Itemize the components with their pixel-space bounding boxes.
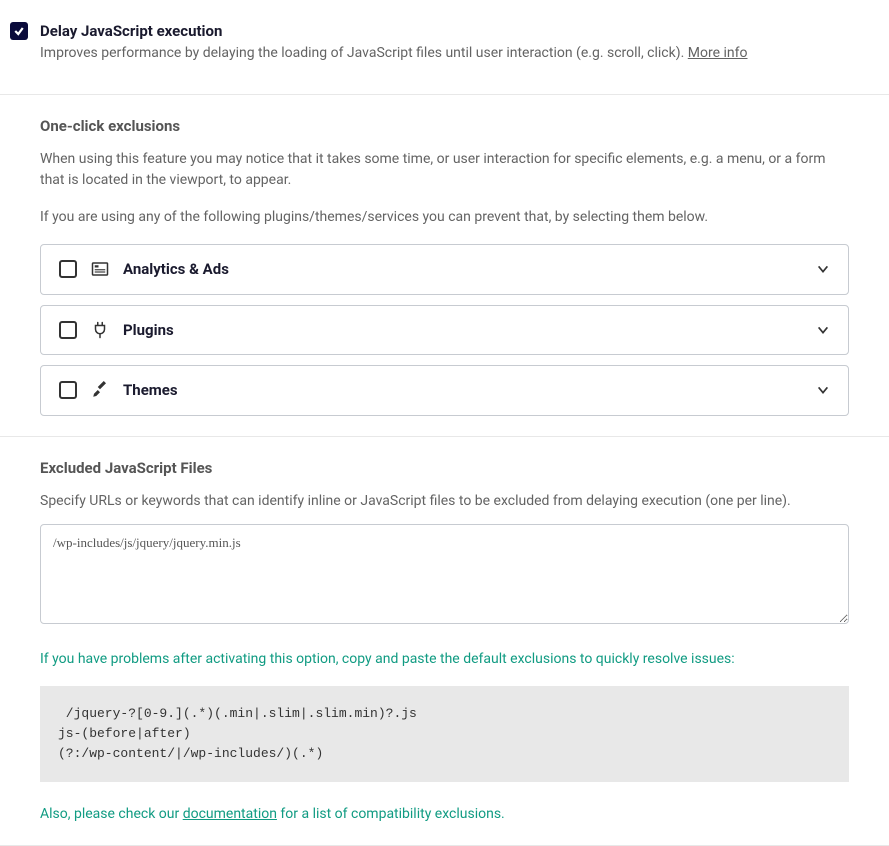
excluded-files-textarea[interactable] (40, 524, 849, 624)
documentation-link[interactable]: documentation (183, 806, 277, 822)
plugin-icon (91, 321, 109, 339)
delay-js-checkbox[interactable] (10, 22, 28, 40)
accordion-analytics-ads[interactable]: Analytics & Ads (40, 244, 849, 295)
excluded-files-description: Specify URLs or keywords that can identi… (40, 491, 849, 512)
delay-js-header-section: Delay JavaScript execution Improves perf… (0, 0, 889, 95)
exclusions-para1: When using this feature you may notice t… (40, 149, 849, 191)
analytics-icon (91, 260, 109, 278)
delay-js-description: Improves performance by delaying the loa… (40, 43, 748, 64)
help-text-below: Also, please check our documentation for… (40, 804, 849, 825)
accordion-checkbox[interactable] (59, 321, 77, 339)
accordion-checkbox[interactable] (59, 381, 77, 399)
one-click-exclusions-section: One-click exclusions When using this fea… (0, 95, 889, 437)
exclusions-para2: If you are using any of the following pl… (40, 207, 849, 228)
excluded-files-section: Excluded JavaScript Files Specify URLs o… (0, 437, 889, 846)
accordion-themes[interactable]: Themes (40, 365, 849, 416)
default-exclusions-code: /jquery-?[0-9.](.*)(.min|.slim|.slim.min… (40, 686, 849, 782)
help-text-top-link[interactable]: If you have problems after activating th… (40, 651, 735, 667)
help-below-suffix: for a list of compatibility exclusions. (277, 806, 505, 822)
accordion-checkbox[interactable] (59, 260, 77, 278)
chevron-down-icon (816, 323, 830, 337)
exclusions-title: One-click exclusions (40, 115, 849, 138)
excluded-files-title: Excluded JavaScript Files (40, 457, 849, 480)
paintbrush-icon (91, 381, 109, 399)
accordion-label: Analytics & Ads (123, 258, 802, 281)
chevron-down-icon (816, 262, 830, 276)
more-info-link[interactable]: More info (688, 45, 748, 61)
accordion-plugins[interactable]: Plugins (40, 305, 849, 356)
help-text-top: If you have problems after activating th… (40, 649, 849, 670)
delay-js-title: Delay JavaScript execution (40, 20, 748, 43)
accordion-list: Analytics & Ads Plugins Themes (40, 244, 849, 416)
help-below-prefix: Also, please check our (40, 806, 183, 822)
delay-js-description-text: Improves performance by delaying the loa… (40, 45, 688, 61)
accordion-label: Plugins (123, 319, 802, 342)
accordion-label: Themes (123, 379, 802, 402)
chevron-down-icon (816, 383, 830, 397)
